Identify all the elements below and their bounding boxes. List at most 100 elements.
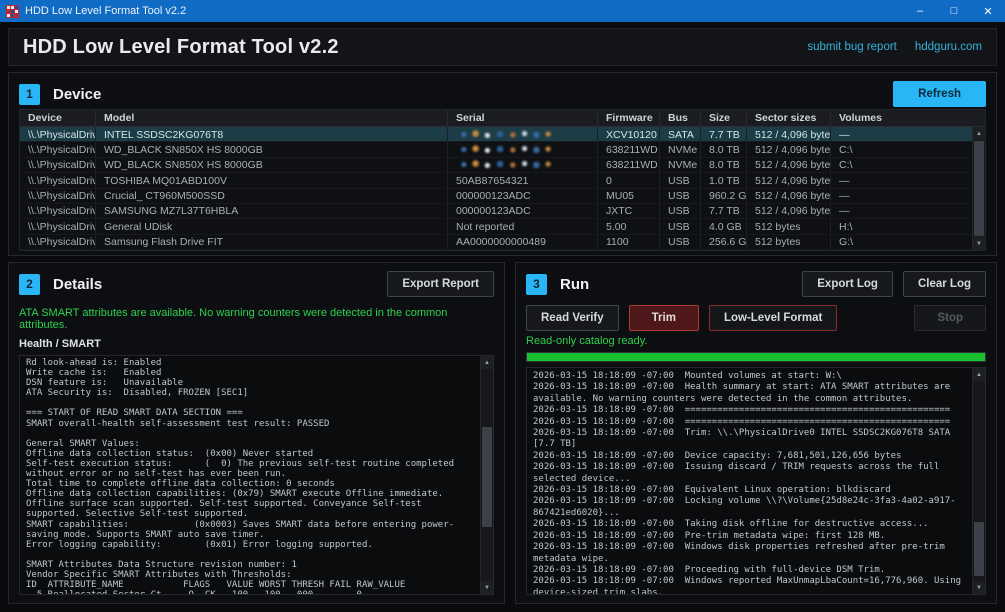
- scrollbar-thumb[interactable]: [974, 141, 984, 236]
- scroll-up-icon[interactable]: ▲: [973, 127, 985, 140]
- app-icon: [6, 5, 19, 18]
- stop-button[interactable]: Stop: [914, 305, 986, 331]
- smart-output-box[interactable]: Rd look-ahead is: Enabled Write cache is…: [19, 355, 494, 595]
- cell-sector-sizes: 512 / 4,096 bytes: [747, 158, 831, 172]
- cell-model: WD_BLACK SN850X HS 8000GB: [96, 158, 448, 172]
- device-table-row[interactable]: \\.\PhysicalDrive4Crucial_ CT960M500SSD0…: [20, 189, 972, 204]
- redacted-serial: [456, 130, 554, 139]
- scroll-down-icon[interactable]: ▼: [481, 581, 493, 594]
- log-box-scrollbar[interactable]: ▲ ▼: [972, 368, 985, 594]
- scroll-down-icon[interactable]: ▼: [973, 237, 985, 250]
- device-table-header: DeviceModelSerialFirmwareBusSizeSector s…: [20, 110, 985, 127]
- cell-sector-sizes: 512 bytes: [747, 219, 831, 233]
- column-header-size[interactable]: Size: [701, 110, 747, 126]
- cell-volumes: G:\: [831, 235, 972, 249]
- link-hddguru[interactable]: hddguru.com: [915, 41, 982, 53]
- details-panel: 2 Details Export Report ATA SMART attrib…: [8, 262, 505, 604]
- cell-serial: [448, 142, 598, 156]
- scroll-up-icon[interactable]: ▲: [973, 368, 985, 381]
- refresh-button[interactable]: Refresh: [893, 81, 986, 107]
- column-header-device[interactable]: Device: [20, 110, 96, 126]
- log-output-box[interactable]: 2026-03-15 18:18:09 -07:00 Mounted volum…: [526, 367, 986, 595]
- close-button[interactable]: ✕: [971, 0, 1005, 22]
- scroll-up-icon[interactable]: ▲: [481, 356, 493, 369]
- cell-size: 8.0 TB: [701, 142, 747, 156]
- export-log-button[interactable]: Export Log: [802, 271, 893, 297]
- window-title: HDD Low Level Format Tool v2.2: [25, 5, 186, 17]
- cell-size: 7.7 TB: [701, 204, 747, 218]
- cell-bus: USB: [660, 219, 701, 233]
- device-table-row[interactable]: \\.\PhysicalDrive1WD_BLACK SN850X HS 800…: [20, 142, 972, 157]
- device-panel: 1 Device Refresh DeviceModelSerialFirmwa…: [8, 72, 997, 256]
- low-level-format-button[interactable]: Low-Level Format: [709, 305, 837, 331]
- cell-sector-sizes: 512 / 4,096 bytes: [747, 173, 831, 187]
- step-1-badge: 1: [19, 84, 40, 105]
- redacted-serial: [456, 160, 554, 169]
- device-table-row[interactable]: \\.\PhysicalDrive0INTEL SSDSC2KG076T8 XCV…: [20, 127, 972, 142]
- device-panel-title: Device: [53, 86, 101, 103]
- cell-model: General UDisk: [96, 219, 448, 233]
- scroll-down-icon[interactable]: ▼: [973, 581, 985, 594]
- page-title: HDD Low Level Format Tool v2.2: [23, 36, 339, 59]
- cell-volumes: C:\: [831, 158, 972, 172]
- device-table-row[interactable]: \\.\PhysicalDrive3TOSHIBA MQ01ABD100V50A…: [20, 173, 972, 188]
- column-header-bus[interactable]: Bus: [660, 110, 701, 126]
- trim-button[interactable]: Trim: [629, 305, 699, 331]
- device-table-row[interactable]: \\.\PhysicalDrive6General UDiskNot repor…: [20, 219, 972, 234]
- cell-device: \\.\PhysicalDrive0: [20, 127, 96, 141]
- link-submit-bug-report[interactable]: submit bug report: [807, 41, 897, 53]
- redacted-serial: [456, 145, 554, 154]
- cell-model: Samsung Flash Drive FIT: [96, 235, 448, 249]
- cell-bus: USB: [660, 204, 701, 218]
- cell-bus: USB: [660, 189, 701, 203]
- column-header-serial[interactable]: Serial: [448, 110, 598, 126]
- cell-firmware: 638211WD: [598, 158, 660, 172]
- device-table-scrollbar[interactable]: ▲ ▼: [972, 127, 985, 250]
- run-status-message: Read-only catalog ready.: [516, 331, 996, 347]
- device-table-row[interactable]: \\.\PhysicalDrive2WD_BLACK SN850X HS 800…: [20, 158, 972, 173]
- cell-sector-sizes: 512 / 4,096 bytes: [747, 142, 831, 156]
- scrollbar-thumb[interactable]: [482, 427, 492, 527]
- cell-model: TOSHIBA MQ01ABD100V: [96, 173, 448, 187]
- cell-size: 1.0 TB: [701, 173, 747, 187]
- cell-bus: NVMe: [660, 142, 701, 156]
- cell-volumes: H:\: [831, 219, 972, 233]
- cell-bus: USB: [660, 173, 701, 187]
- cell-device: \\.\PhysicalDrive5: [20, 204, 96, 218]
- column-header-sector-sizes[interactable]: Sector sizes: [747, 110, 831, 126]
- scrollbar-thumb[interactable]: [974, 522, 984, 576]
- cell-sector-sizes: 512 bytes: [747, 235, 831, 249]
- device-table-row[interactable]: \\.\PhysicalDrive7Samsung Flash Drive FI…: [20, 235, 972, 250]
- step-2-badge: 2: [19, 274, 40, 295]
- column-header-firmware[interactable]: Firmware: [598, 110, 660, 126]
- read-verify-button[interactable]: Read Verify: [526, 305, 619, 331]
- smart-box-scrollbar[interactable]: ▲ ▼: [480, 356, 493, 594]
- cell-serial: [448, 158, 598, 172]
- cell-firmware: MU05: [598, 189, 660, 203]
- step-3-badge: 3: [526, 274, 547, 295]
- run-panel: 3 Run Export Log Clear Log Read Verify T…: [515, 262, 997, 604]
- cell-serial: 50AB87654321: [448, 173, 598, 187]
- clear-log-button[interactable]: Clear Log: [903, 271, 986, 297]
- cell-bus: NVMe: [660, 158, 701, 172]
- cell-volumes: —: [831, 189, 972, 203]
- cell-firmware: XCV10120: [598, 127, 660, 141]
- device-table-row[interactable]: \\.\PhysicalDrive5SAMSUNG MZ7L37T6HBLA00…: [20, 204, 972, 219]
- progress-bar: [526, 352, 986, 362]
- cell-serial: [448, 127, 598, 141]
- details-panel-title: Details: [53, 276, 102, 293]
- column-header-volumes[interactable]: Volumes: [831, 110, 985, 126]
- minimize-button[interactable]: –: [903, 0, 937, 22]
- cell-bus: USB: [660, 235, 701, 249]
- cell-firmware: 0: [598, 173, 660, 187]
- column-header-model[interactable]: Model: [96, 110, 448, 126]
- cell-serial: 000000123ADC: [448, 204, 598, 218]
- cell-model: WD_BLACK SN850X HS 8000GB: [96, 142, 448, 156]
- maximize-button[interactable]: □: [937, 0, 971, 22]
- export-report-button[interactable]: Export Report: [387, 271, 494, 297]
- cell-volumes: —: [831, 127, 972, 141]
- health-smart-label: Health / SMART: [9, 331, 504, 354]
- cell-model: SAMSUNG MZ7L37T6HBLA: [96, 204, 448, 218]
- cell-firmware: 638211WD: [598, 142, 660, 156]
- cell-model: INTEL SSDSC2KG076T8: [96, 127, 448, 141]
